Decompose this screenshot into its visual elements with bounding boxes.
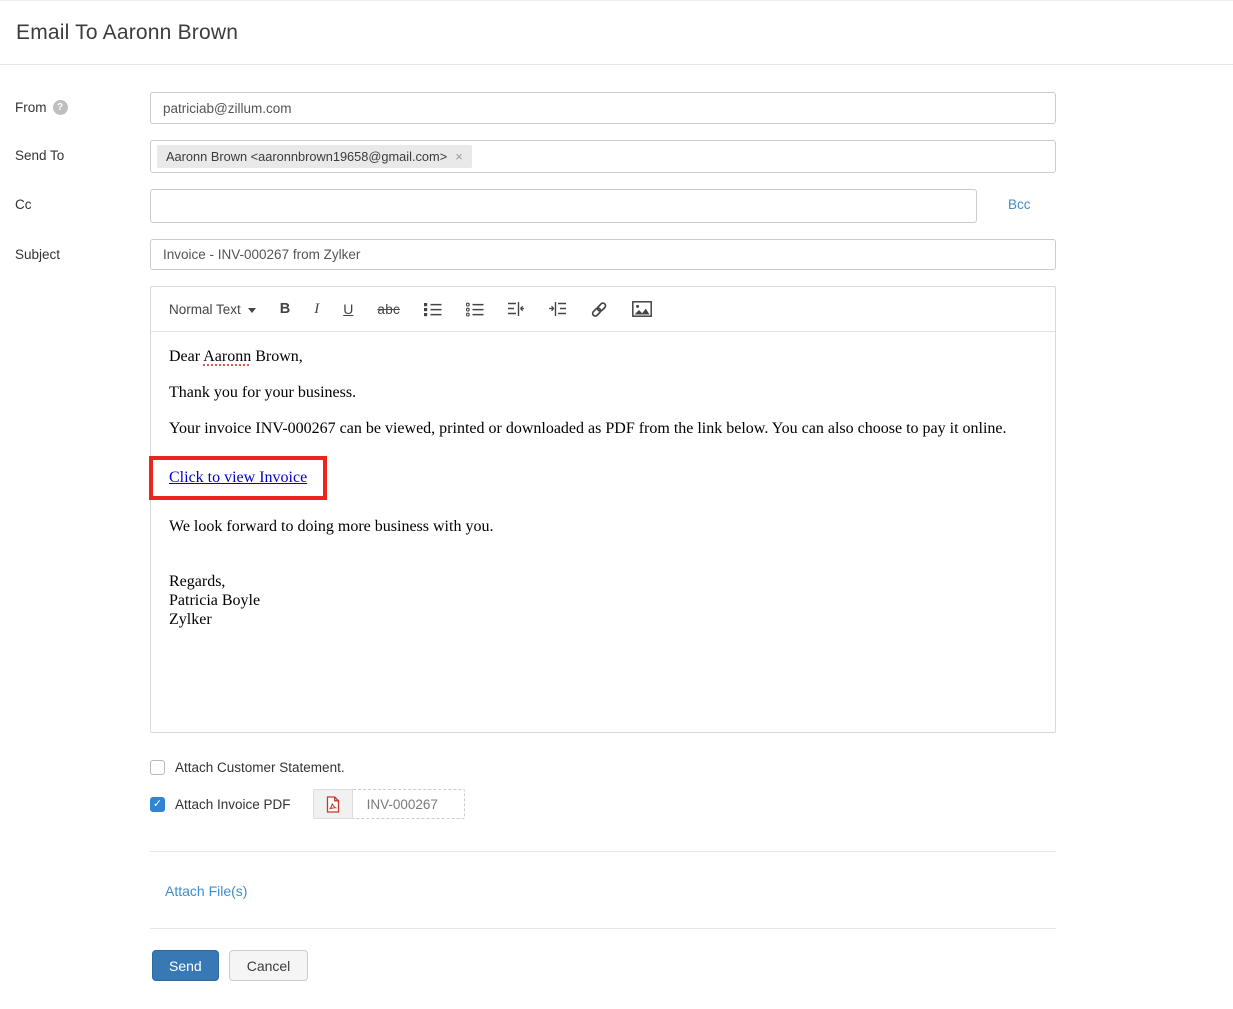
thanks-line: Thank you for your business. bbox=[169, 384, 1037, 402]
indent-icon bbox=[549, 301, 566, 317]
email-compose-page: Email To Aaronn Brown From ? Send To Aar… bbox=[0, 0, 1233, 1009]
numbered-list-button[interactable] bbox=[466, 301, 484, 317]
signature-block: Regards, Patricia Boyle Zylker bbox=[169, 572, 1037, 629]
page-header: Email To Aaronn Brown bbox=[0, 2, 1233, 65]
cc-row: Cc Bcc bbox=[0, 189, 1233, 223]
bcc-link[interactable]: Bcc bbox=[1008, 189, 1031, 212]
help-icon[interactable]: ? bbox=[53, 100, 68, 115]
invoice-link-line: Click to view Invoice bbox=[169, 456, 1037, 500]
chevron-down-icon bbox=[248, 308, 256, 313]
subject-input[interactable] bbox=[150, 239, 1056, 270]
send-to-row: Send To Aaronn Brown <aaronnbrown19658@g… bbox=[0, 140, 1233, 173]
format-dropdown-label: Normal Text bbox=[169, 302, 241, 317]
cc-label: Cc bbox=[15, 197, 32, 212]
send-to-field[interactable]: Aaronn Brown <aaronnbrown19658@gmail.com… bbox=[150, 140, 1056, 173]
underline-button[interactable]: U bbox=[343, 301, 353, 317]
recipient-chip: Aaronn Brown <aaronnbrown19658@gmail.com… bbox=[157, 145, 472, 168]
numbered-list-icon bbox=[466, 301, 484, 317]
customer-statement-row: Attach Customer Statement. bbox=[150, 760, 1233, 775]
email-body[interactable]: Dear Aaronn Brown, Thank you for your bu… bbox=[151, 332, 1055, 732]
insert-link-button[interactable] bbox=[590, 301, 608, 318]
invoice-attachment-chip[interactable]: INV-000267 bbox=[313, 789, 465, 819]
closing-line: We look forward to doing more business w… bbox=[169, 518, 1037, 536]
from-row: From ? bbox=[0, 92, 1233, 124]
remove-recipient-icon[interactable]: × bbox=[455, 149, 463, 164]
attach-invoice-pdf-label: Attach Invoice PDF bbox=[175, 797, 291, 812]
attach-invoice-pdf-checkbox[interactable]: ✓ bbox=[150, 797, 165, 812]
divider bbox=[150, 928, 1056, 929]
outdent-button[interactable] bbox=[508, 301, 525, 317]
format-dropdown[interactable]: Normal Text bbox=[169, 302, 256, 317]
recipient-chip-text: Aaronn Brown <aaronnbrown19658@gmail.com… bbox=[166, 149, 447, 164]
editor-row: Normal Text B I U abc bbox=[0, 286, 1233, 733]
invoice-info-line: Your invoice INV-000267 can be viewed, p… bbox=[169, 420, 1037, 438]
attachment-options: Attach Customer Statement. ✓ Attach Invo… bbox=[150, 760, 1233, 819]
send-to-label: Send To bbox=[15, 148, 64, 163]
action-buttons: Send Cancel bbox=[152, 950, 1233, 981]
image-icon bbox=[632, 301, 652, 317]
bullet-list-icon bbox=[424, 301, 442, 317]
from-input[interactable] bbox=[150, 92, 1056, 124]
pdf-file-icon bbox=[326, 796, 340, 813]
outdent-icon bbox=[508, 301, 525, 317]
misspelled-word: Aaronn bbox=[203, 348, 251, 365]
from-label: From bbox=[15, 100, 47, 115]
signature-company: Zylker bbox=[169, 610, 1037, 629]
invoice-pdf-row: ✓ Attach Invoice PDF INV-000267 bbox=[150, 789, 1233, 819]
page-title: Email To Aaronn Brown bbox=[16, 21, 238, 45]
send-button[interactable]: Send bbox=[152, 950, 219, 981]
indent-button[interactable] bbox=[549, 301, 566, 317]
attach-files-link[interactable]: Attach File(s) bbox=[165, 883, 247, 899]
attach-customer-statement-checkbox[interactable] bbox=[150, 760, 165, 775]
attach-customer-statement-label: Attach Customer Statement. bbox=[175, 760, 345, 775]
link-icon bbox=[590, 301, 608, 318]
greeting-line: Dear Aaronn Brown, bbox=[169, 348, 1037, 366]
view-invoice-link[interactable]: Click to view Invoice bbox=[169, 469, 307, 486]
subject-label: Subject bbox=[15, 247, 60, 262]
signature-regards: Regards, bbox=[169, 572, 1037, 591]
bold-button[interactable]: B bbox=[280, 301, 290, 317]
cancel-button[interactable]: Cancel bbox=[229, 950, 309, 981]
email-form: From ? Send To Aaronn Brown <aaronnbrown… bbox=[0, 65, 1233, 981]
strikethrough-button[interactable]: abc bbox=[377, 302, 400, 317]
subject-row: Subject bbox=[0, 239, 1233, 270]
invoice-attachment-name: INV-000267 bbox=[353, 789, 465, 819]
italic-button[interactable]: I bbox=[314, 301, 319, 318]
signature-name: Patricia Boyle bbox=[169, 591, 1037, 610]
divider bbox=[150, 851, 1056, 852]
cc-input[interactable] bbox=[150, 189, 977, 223]
bullet-list-button[interactable] bbox=[424, 301, 442, 317]
annotation-highlight-box: Click to view Invoice bbox=[149, 456, 327, 500]
insert-image-button[interactable] bbox=[632, 301, 652, 317]
rich-text-editor: Normal Text B I U abc bbox=[150, 286, 1056, 733]
editor-toolbar: Normal Text B I U abc bbox=[151, 287, 1055, 332]
